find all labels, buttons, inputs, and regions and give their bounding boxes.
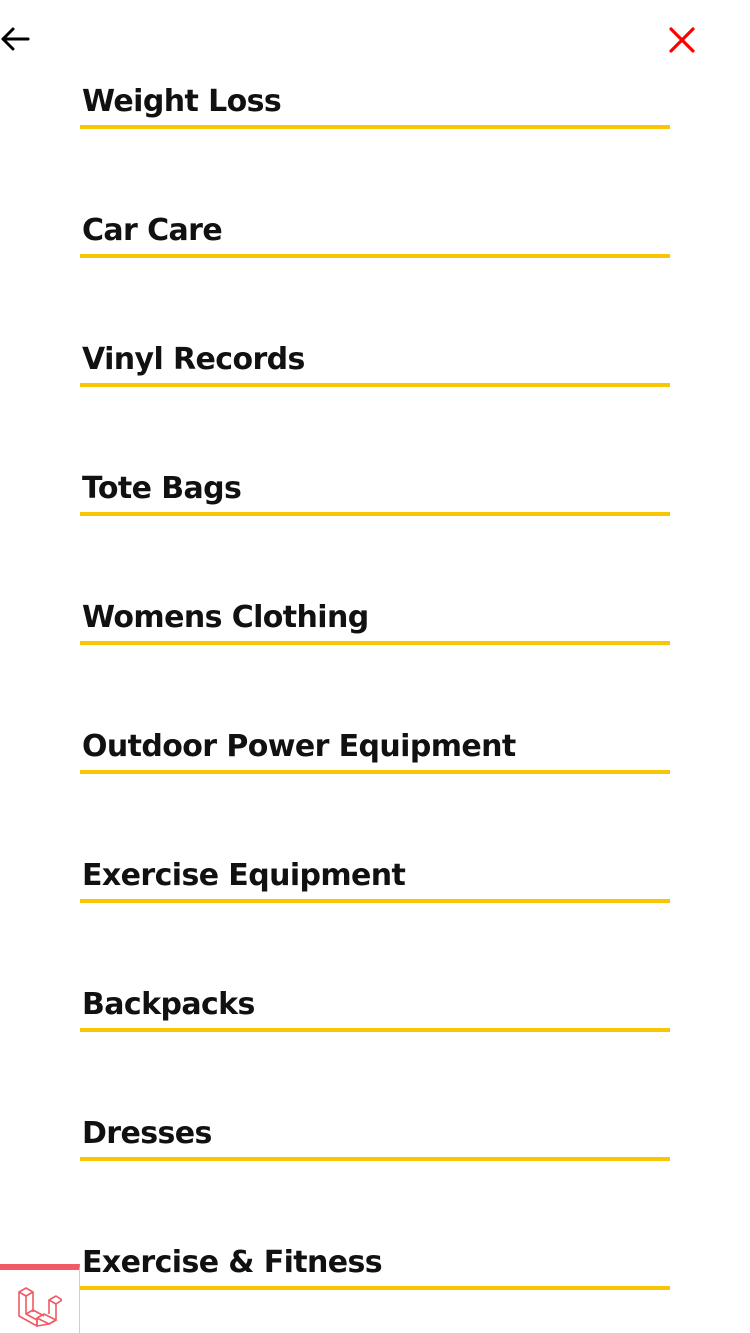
category-item-car-care[interactable]: Car Care	[80, 210, 670, 258]
category-label: Tote Bags	[82, 471, 242, 506]
category-item-exercise-fitness[interactable]: Exercise & Fitness	[80, 1242, 670, 1290]
category-item-womens-clothing[interactable]: Womens Clothing	[80, 597, 670, 645]
category-item-dresses[interactable]: Dresses	[80, 1113, 670, 1161]
category-label: Dresses	[82, 1116, 212, 1151]
close-button[interactable]	[664, 22, 700, 58]
category-label: Vinyl Records	[82, 342, 305, 377]
category-label: Backpacks	[82, 987, 255, 1022]
category-menu-screen: Weight Loss Car Care Vinyl Records Tote …	[0, 0, 750, 1333]
category-item-vinyl-records[interactable]: Vinyl Records	[80, 339, 670, 387]
category-item-backpacks[interactable]: Backpacks	[80, 984, 670, 1032]
category-label: Womens Clothing	[82, 600, 369, 635]
category-label: Exercise Equipment	[82, 858, 406, 893]
category-label: Exercise & Fitness	[82, 1245, 383, 1280]
category-item-exercise-equipment[interactable]: Exercise Equipment	[80, 855, 670, 903]
close-x-icon	[669, 27, 695, 53]
category-label: Weight Loss	[82, 84, 282, 119]
laravel-logo-icon	[18, 1287, 62, 1327]
category-item-tote-bags[interactable]: Tote Bags	[80, 468, 670, 516]
category-label: Car Care	[82, 213, 223, 248]
back-button[interactable]	[0, 22, 34, 56]
category-item-outdoor-power-equipment[interactable]: Outdoor Power Equipment	[80, 726, 670, 774]
debug-toolbar-toggle[interactable]	[0, 1264, 80, 1333]
category-item-weight-loss[interactable]: Weight Loss	[80, 81, 670, 129]
arrow-left-icon	[1, 27, 30, 51]
category-label: Outdoor Power Equipment	[82, 729, 516, 764]
